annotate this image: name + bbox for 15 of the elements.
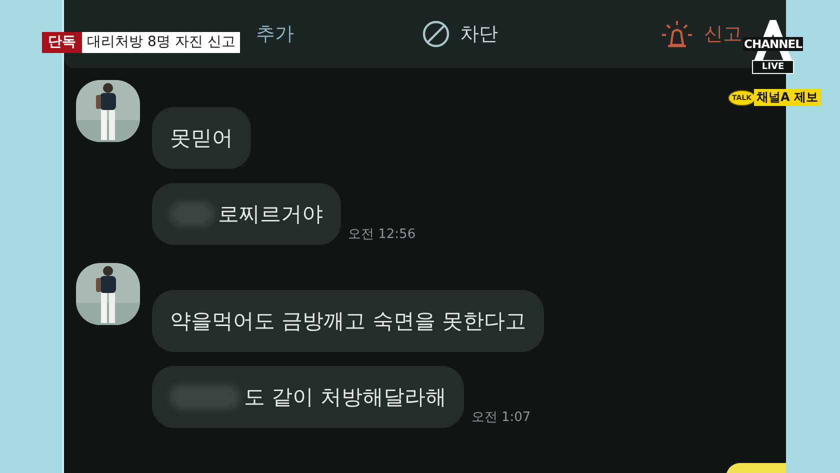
timestamp: 오전 1:07: [471, 409, 531, 426]
message-text: 도 같이 처방해달라해: [244, 384, 446, 411]
message-text: 로찌르거야: [218, 201, 323, 228]
add-button[interactable]: 추가: [250, 17, 300, 51]
siren-icon: [660, 19, 694, 49]
channel-logo: CHANNEL: [743, 37, 803, 51]
block-button[interactable]: 차단: [416, 16, 504, 52]
headline: 대리처방 8명 자진 신고: [82, 32, 240, 53]
tip-label: 채널A 제보: [754, 89, 822, 106]
live-badge: LIVE: [752, 60, 794, 74]
exclusive-tag: 단독: [42, 32, 82, 53]
message-text: 약을먹어도 금방깨고 숙면을 못한다고: [170, 308, 526, 335]
message-text: 못믿어: [170, 125, 233, 152]
timestamp: 오전 12:56: [348, 226, 416, 243]
block-icon: [422, 20, 450, 48]
